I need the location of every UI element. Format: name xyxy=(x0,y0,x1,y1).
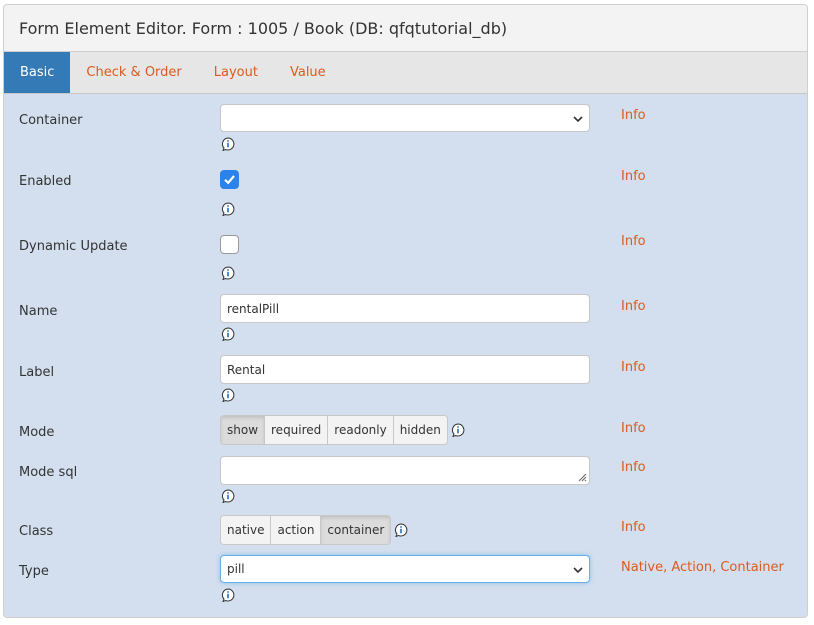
type-info-container-link[interactable]: Container xyxy=(720,560,784,575)
info-bubble-icon[interactable] xyxy=(221,388,235,402)
container-select[interactable] xyxy=(220,104,590,132)
info-bubble-icon[interactable] xyxy=(451,423,465,437)
info-bubble-icon[interactable] xyxy=(221,489,235,503)
class-button-group: native action container xyxy=(220,515,392,545)
mode-sql-label: Mode sql xyxy=(19,465,78,480)
mode-readonly-button[interactable]: readonly xyxy=(328,416,394,444)
container-label: Container xyxy=(19,113,83,128)
class-native-button[interactable]: native xyxy=(221,516,272,544)
label-info-link[interactable]: Info xyxy=(621,360,646,375)
mode-required-button[interactable]: required xyxy=(265,416,329,444)
tab-value[interactable]: Value xyxy=(274,52,342,93)
info-bubble-icon[interactable] xyxy=(221,202,235,216)
resize-grip-icon[interactable] xyxy=(578,473,587,482)
type-label: Type xyxy=(19,564,49,579)
name-info-link[interactable]: Info xyxy=(621,299,646,314)
form-element-editor-panel: Form Element Editor. Form : 1005 / Book … xyxy=(3,4,808,618)
type-info-action-link[interactable]: Action xyxy=(671,560,712,575)
enabled-label: Enabled xyxy=(19,174,72,189)
mode-button-group: show required readonly hidden xyxy=(220,415,448,445)
info-bubble-icon[interactable] xyxy=(221,137,235,151)
tab-layout[interactable]: Layout xyxy=(198,52,274,93)
container-info-link[interactable]: Info xyxy=(621,108,646,123)
dynamic-update-checkbox[interactable] xyxy=(220,235,239,254)
enabled-info-link[interactable]: Info xyxy=(621,169,646,184)
info-bubble-icon[interactable] xyxy=(221,266,235,280)
label-label: Label xyxy=(19,365,55,380)
dynamic-update-info-link[interactable]: Info xyxy=(621,234,646,249)
mode-show-button[interactable]: show xyxy=(221,416,266,444)
info-bubble-icon[interactable] xyxy=(394,523,408,537)
type-info-native-link[interactable]: Native xyxy=(621,560,663,575)
label-input[interactable]: Rental xyxy=(220,355,590,384)
name-input[interactable]: rentalPill xyxy=(220,294,590,323)
mode-sql-info-link[interactable]: Info xyxy=(621,460,646,475)
dynamic-update-label: Dynamic Update xyxy=(19,239,128,254)
checkmark-icon xyxy=(224,175,235,185)
name-label: Name xyxy=(19,304,58,319)
type-select-value: pill xyxy=(227,562,245,576)
chevron-down-icon xyxy=(573,567,583,574)
info-bubble-icon[interactable] xyxy=(221,588,235,602)
mode-sql-textarea[interactable] xyxy=(220,456,590,485)
type-select[interactable]: pill xyxy=(220,555,590,583)
mode-info-link[interactable]: Info xyxy=(621,421,646,436)
chevron-down-icon xyxy=(573,116,583,123)
class-label: Class xyxy=(19,524,54,539)
info-bubble-icon[interactable] xyxy=(221,327,235,341)
mode-label: Mode xyxy=(19,425,55,440)
panel-title: Form Element Editor. Form : 1005 / Book … xyxy=(4,5,807,52)
class-info-link[interactable]: Info xyxy=(621,520,646,535)
tab-bar: Basic Check & Order Layout Value xyxy=(4,52,807,94)
class-container-button[interactable]: container xyxy=(321,516,391,544)
tab-check-order[interactable]: Check & Order xyxy=(70,52,197,93)
type-info-links: Native, Action, Container xyxy=(621,560,784,575)
tab-basic[interactable]: Basic xyxy=(4,52,71,93)
class-action-button[interactable]: action xyxy=(271,516,322,544)
mode-hidden-button[interactable]: hidden xyxy=(393,416,447,444)
enabled-checkbox[interactable] xyxy=(220,170,239,189)
